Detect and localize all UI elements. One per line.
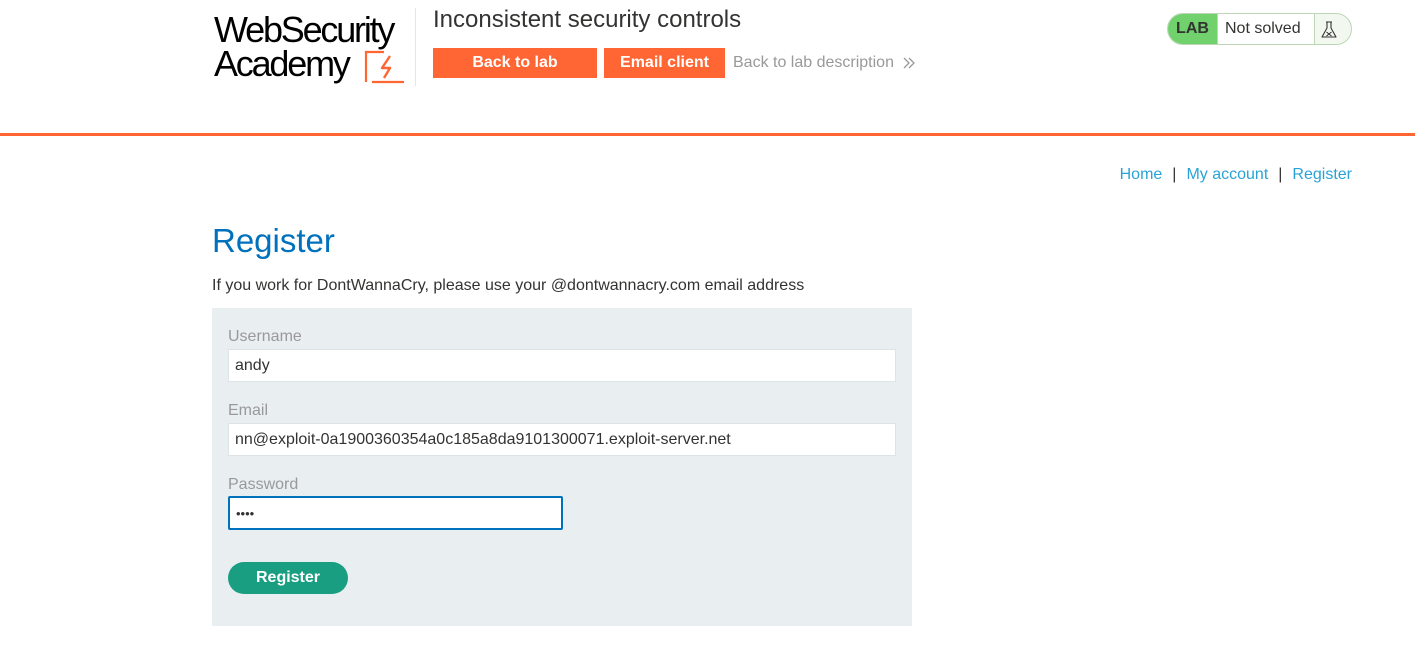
password-input[interactable]: •••• — [228, 496, 563, 530]
lab-header: WebSecurity Academy Inconsistent securit… — [0, 0, 1415, 136]
web-security-academy-logo[interactable]: WebSecurity Academy — [212, 8, 416, 86]
back-to-lab-description-link[interactable]: Back to lab description — [733, 54, 915, 72]
nav-home-link[interactable]: Home — [1120, 166, 1163, 183]
lab-status-badge: LAB — [1168, 14, 1217, 44]
nav-separator: | — [1278, 166, 1283, 183]
logo-text-line2: Academy — [214, 43, 351, 84]
nav-separator: | — [1172, 166, 1177, 183]
username-label: Username — [228, 328, 302, 345]
back-to-lab-description-label: Back to lab description — [733, 54, 894, 71]
email-label: Email — [228, 402, 269, 419]
email-input[interactable]: nn@exploit-0a1900360354a0c185a8da9101300… — [228, 423, 896, 456]
registration-info-text: If you work for DontWannaCry, please use… — [212, 277, 805, 294]
top-navigation: Home | My account | Register — [1120, 166, 1352, 184]
nav-register-link[interactable]: Register — [1292, 166, 1352, 183]
back-to-lab-home-button[interactable]: Back to lab home — [433, 48, 597, 101]
password-label: Password — [228, 476, 299, 493]
register-button[interactable]: Register — [228, 562, 348, 594]
flask-icon — [1321, 21, 1337, 38]
lab-title: Inconsistent security controls — [433, 6, 742, 33]
double-chevron-right-icon — [903, 57, 915, 69]
nav-my-account-link[interactable]: My account — [1186, 166, 1268, 183]
page-title: Register — [212, 222, 335, 259]
username-input[interactable]: andy — [228, 349, 896, 382]
lab-status-text: Not solved — [1217, 14, 1315, 44]
lightning-bolt-icon — [364, 50, 404, 84]
email-client-button[interactable]: Email client — [604, 48, 725, 78]
register-form: Username andy Email nn@exploit-0a1900360… — [212, 308, 912, 626]
lab-status-widget: LAB Not solved — [1167, 13, 1352, 45]
